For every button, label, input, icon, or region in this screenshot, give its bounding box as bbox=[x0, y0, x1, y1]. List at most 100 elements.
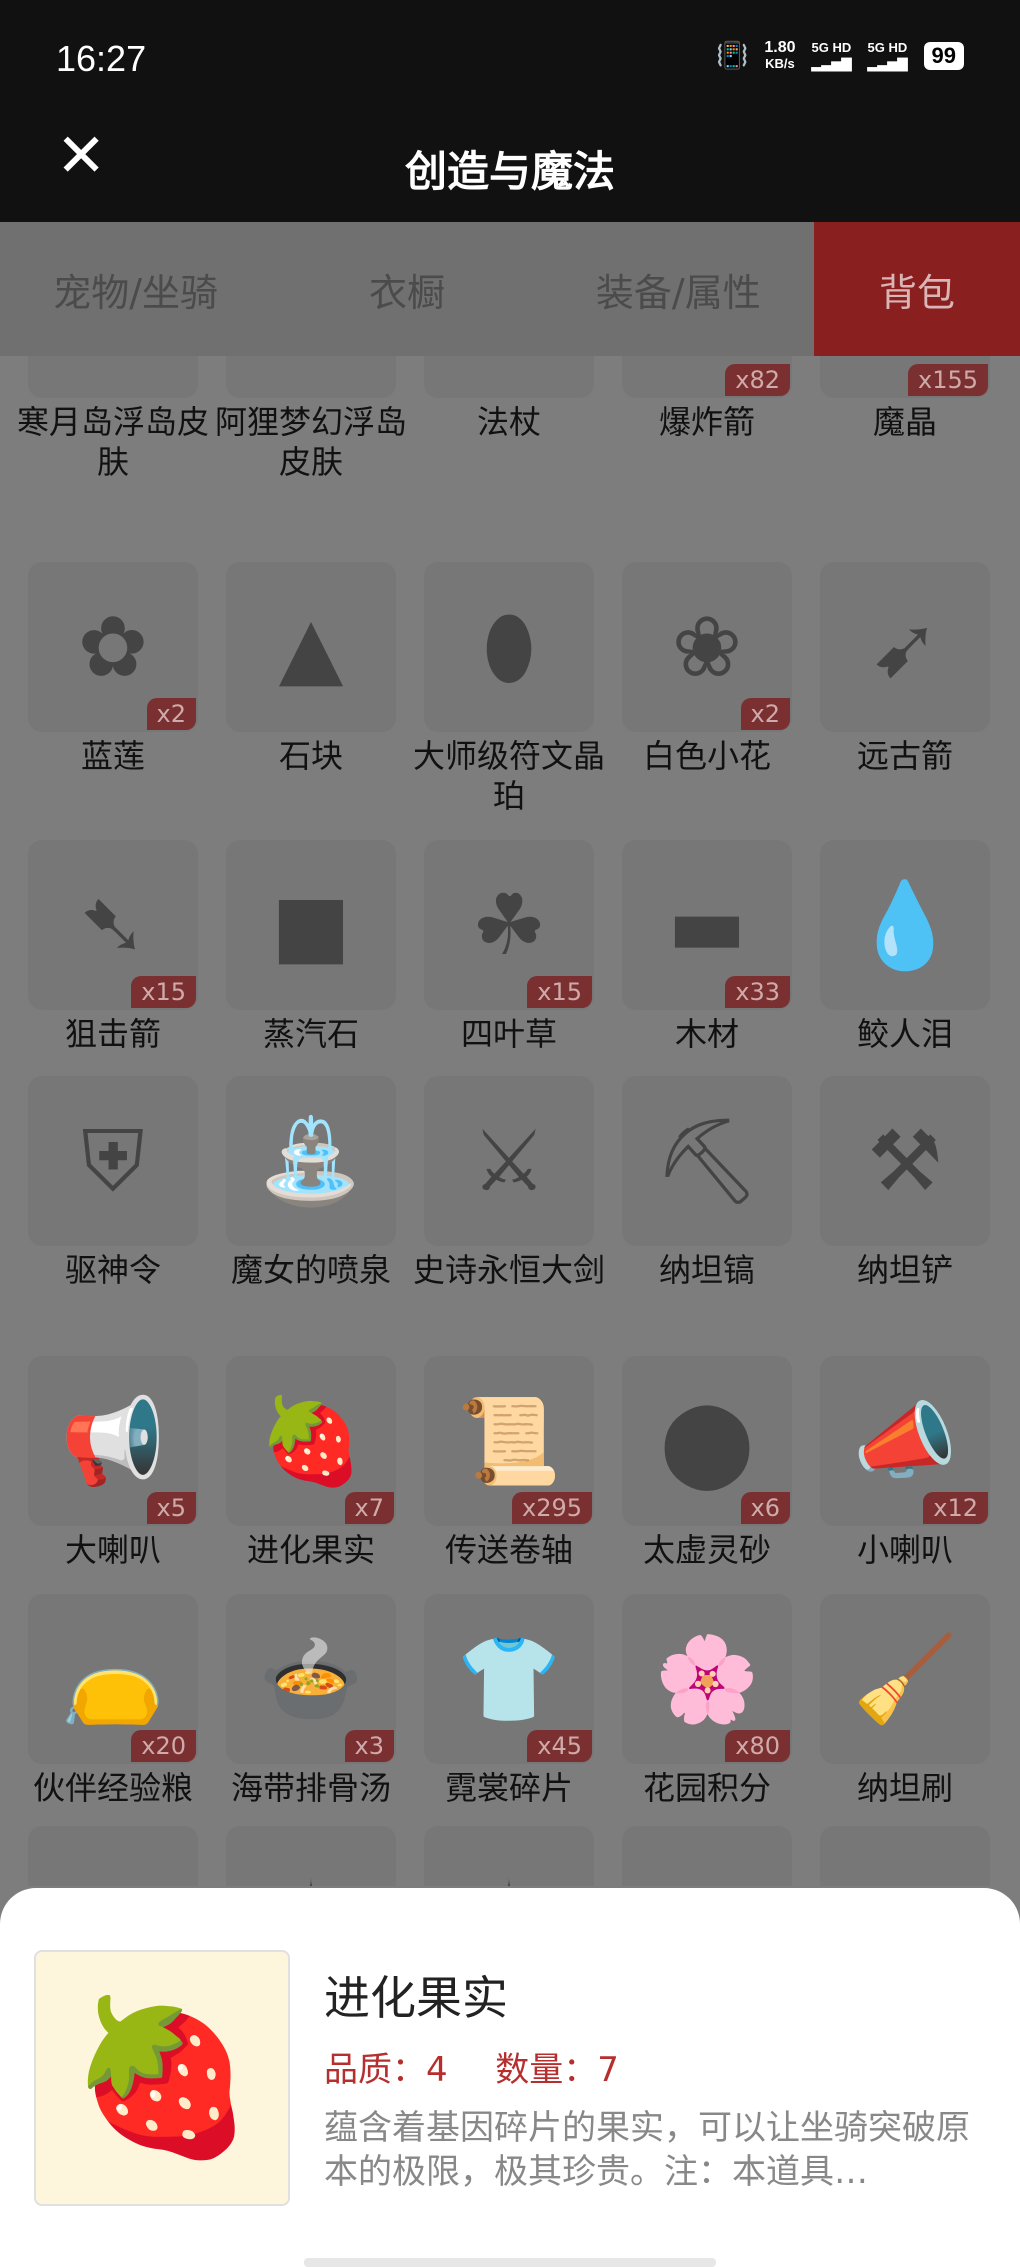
inventory-item[interactable]: ❀ x2 白色小花 bbox=[608, 562, 806, 776]
item-count-badge: x15 bbox=[131, 976, 196, 1008]
inventory-item[interactable]: ⚚ 法杖 bbox=[410, 356, 608, 442]
tab-wardrobe[interactable]: 衣橱 bbox=[271, 222, 542, 356]
item-tile[interactable]: ✿ x2 bbox=[28, 562, 198, 732]
inventory-item[interactable]: ⚔ 史诗永恒大剑 bbox=[410, 1076, 608, 1290]
item-tile[interactable]: ⚔ bbox=[424, 1076, 594, 1246]
sheet-handle[interactable] bbox=[304, 2258, 716, 2267]
item-tile[interactable]: ● bbox=[820, 1826, 990, 1886]
item-tile[interactable]: 🍲 x3 bbox=[226, 1594, 396, 1764]
item-tile[interactable]: ⛲ bbox=[226, 1076, 396, 1246]
inventory-item[interactable]: ⬮ 大师级符文晶珀 bbox=[410, 562, 608, 816]
rune-amber-icon: ⬮ bbox=[482, 598, 536, 696]
tab-equipment[interactable]: 装备/属性 bbox=[543, 222, 814, 356]
pickaxe-icon: ⛏ bbox=[653, 1112, 761, 1210]
inventory-item[interactable]: 📣 x12 小喇叭 bbox=[806, 1356, 1004, 1570]
inventory-item[interactable]: ✦ bbox=[212, 1826, 410, 1886]
inventory-item[interactable]: 👝 x20 伙伴经验粮 bbox=[14, 1594, 212, 1808]
inventory-item[interactable]: ◆x155 魔晶 bbox=[806, 356, 1004, 442]
item-tile[interactable]: ⛨ bbox=[28, 1076, 198, 1246]
shovel-icon: ⚒ bbox=[867, 1112, 943, 1210]
item-tile[interactable]: 📢 x5 bbox=[28, 1356, 198, 1526]
staff-icon: ⚚ bbox=[471, 356, 546, 363]
item-tile[interactable]: ▬ x33 bbox=[622, 840, 792, 1010]
inventory-item[interactable]: ● bbox=[806, 1826, 1004, 1886]
item-tile[interactable]: ✧ bbox=[424, 1826, 594, 1886]
item-tile[interactable]: 👝 x20 bbox=[28, 1594, 198, 1764]
inventory-item[interactable]: ⬤ x6 太虚灵砂 bbox=[608, 1356, 806, 1570]
item-tile[interactable]: ◆ bbox=[28, 1826, 198, 1886]
item-label: 伙伴经验粮 bbox=[32, 1769, 193, 1807]
item-tile[interactable]: ➶x82 bbox=[622, 356, 792, 398]
inventory-item[interactable]: 🧹 纳坦刷 bbox=[806, 1594, 1004, 1808]
item-tile[interactable]: 💧 bbox=[820, 840, 990, 1010]
item-tile[interactable]: ☁ bbox=[226, 356, 396, 398]
item-tile[interactable]: ✦ bbox=[226, 1826, 396, 1886]
tab-backpack[interactable]: 背包 bbox=[813, 222, 1020, 356]
inventory-item[interactable]: ◆ bbox=[14, 1826, 212, 1886]
inventory-item[interactable]: ➶x82 爆炸箭 bbox=[608, 356, 806, 442]
item-tile[interactable]: ■ bbox=[226, 840, 396, 1010]
ancient-arrow-icon: ➹ bbox=[869, 598, 941, 696]
item-label: 法杖 bbox=[476, 403, 541, 441]
inventory-item[interactable]: ☁ 阿狸梦幻浮岛皮肤 bbox=[212, 356, 410, 482]
talisman-icon: ⛨ bbox=[81, 1112, 145, 1210]
item-tile[interactable]: ❀ x2 bbox=[622, 562, 792, 732]
megaphone-icon: 📢 bbox=[60, 1392, 166, 1490]
inventory-item[interactable]: ⛲ 魔女的喷泉 bbox=[212, 1076, 410, 1290]
item-tile[interactable]: ⬮ bbox=[424, 562, 594, 732]
item-count-badge: x12 bbox=[923, 1492, 988, 1524]
inventory-item[interactable]: 🏝 寒月岛浮岛皮肤 bbox=[14, 356, 212, 482]
item-tile[interactable]: ⚒ bbox=[820, 1076, 990, 1246]
item-tile[interactable]: 🌸 x80 bbox=[622, 1594, 792, 1764]
inventory-item[interactable]: ➳ bbox=[608, 1826, 806, 1886]
item-tile[interactable]: 🏝 bbox=[28, 356, 198, 398]
item-tile[interactable]: 🧹 bbox=[820, 1594, 990, 1764]
inventory-item[interactable]: 🌸 x80 花园积分 bbox=[608, 1594, 806, 1808]
inventory-item[interactable]: 🍓 x7 进化果实 bbox=[212, 1356, 410, 1570]
stone-icon: ▲ bbox=[278, 598, 344, 696]
item-tile[interactable]: 📜 x295 bbox=[424, 1356, 594, 1526]
item-label: 寒月岛浮岛皮肤 bbox=[16, 403, 209, 481]
inventory-item[interactable]: ▬ x33 木材 bbox=[608, 840, 806, 1054]
scroll-icon: 📜 bbox=[456, 1392, 562, 1490]
item-tile[interactable]: ➹ bbox=[820, 562, 990, 732]
item-tile[interactable]: ➳ bbox=[622, 1826, 792, 1886]
item-tile[interactable]: ☘ x15 bbox=[424, 840, 594, 1010]
inventory-item[interactable]: ➷ x15 狙击箭 bbox=[14, 840, 212, 1054]
item-tile[interactable]: 👕 x45 bbox=[424, 1594, 594, 1764]
inventory-item[interactable]: ☘ x15 四叶草 bbox=[410, 840, 608, 1054]
item-tile[interactable]: ▲ bbox=[226, 562, 396, 732]
item-tile[interactable]: 📣 x12 bbox=[820, 1356, 990, 1526]
tab-pets-mounts[interactable]: 宠物/坐骑 bbox=[0, 222, 271, 356]
inventory-item[interactable]: ■ 蒸汽石 bbox=[212, 840, 410, 1054]
inventory-item[interactable]: ⛨ 驱神令 bbox=[14, 1076, 212, 1290]
item-count-badge: x7 bbox=[344, 1492, 394, 1524]
vibrate-icon: 📳 bbox=[716, 41, 749, 71]
inventory-item[interactable]: ▲ 石块 bbox=[212, 562, 410, 776]
item-tile[interactable]: ◆x155 bbox=[820, 356, 990, 398]
item-tile[interactable]: ⚚ bbox=[424, 356, 594, 398]
inventory-item[interactable]: ⛏ 纳坦镐 bbox=[608, 1076, 806, 1290]
inventory-item[interactable]: 📜 x295 传送卷轴 bbox=[410, 1356, 608, 1570]
item-label: 小喇叭 bbox=[856, 1531, 953, 1569]
item-tile[interactable]: 🍓 x7 bbox=[226, 1356, 396, 1526]
inventory-item[interactable]: 👕 x45 霓裳碎片 bbox=[410, 1594, 608, 1808]
sniper-arrow-icon: ➷ bbox=[77, 876, 149, 974]
item-label: 大师级符文晶珀 bbox=[412, 737, 605, 815]
item-tile[interactable]: ➷ x15 bbox=[28, 840, 198, 1010]
inventory-item[interactable]: ⚒ 纳坦铲 bbox=[806, 1076, 1004, 1290]
page-title: 创造与魔法 bbox=[404, 147, 615, 196]
item-tile[interactable]: ⛏ bbox=[622, 1076, 792, 1246]
food-bag-icon: 👝 bbox=[60, 1630, 166, 1728]
inventory-item[interactable]: ✿ x2 蓝莲 bbox=[14, 562, 212, 776]
inventory-item[interactable]: ✧ bbox=[410, 1826, 608, 1886]
item-tile[interactable]: ⬤ x6 bbox=[622, 1356, 792, 1526]
item-label: 传送卷轴 bbox=[444, 1531, 573, 1569]
inventory-item[interactable]: 📢 x5 大喇叭 bbox=[14, 1356, 212, 1570]
soup-icon: 🍲 bbox=[258, 1630, 364, 1728]
inventory-item[interactable]: ➹ 远古箭 bbox=[806, 562, 1004, 776]
item-count-badge: x2 bbox=[740, 698, 790, 730]
inventory-item[interactable]: 💧 鲛人泪 bbox=[806, 840, 1004, 1054]
inventory-item[interactable]: 🍲 x3 海带排骨汤 bbox=[212, 1594, 410, 1808]
item-label: 蒸汽石 bbox=[262, 1015, 359, 1053]
